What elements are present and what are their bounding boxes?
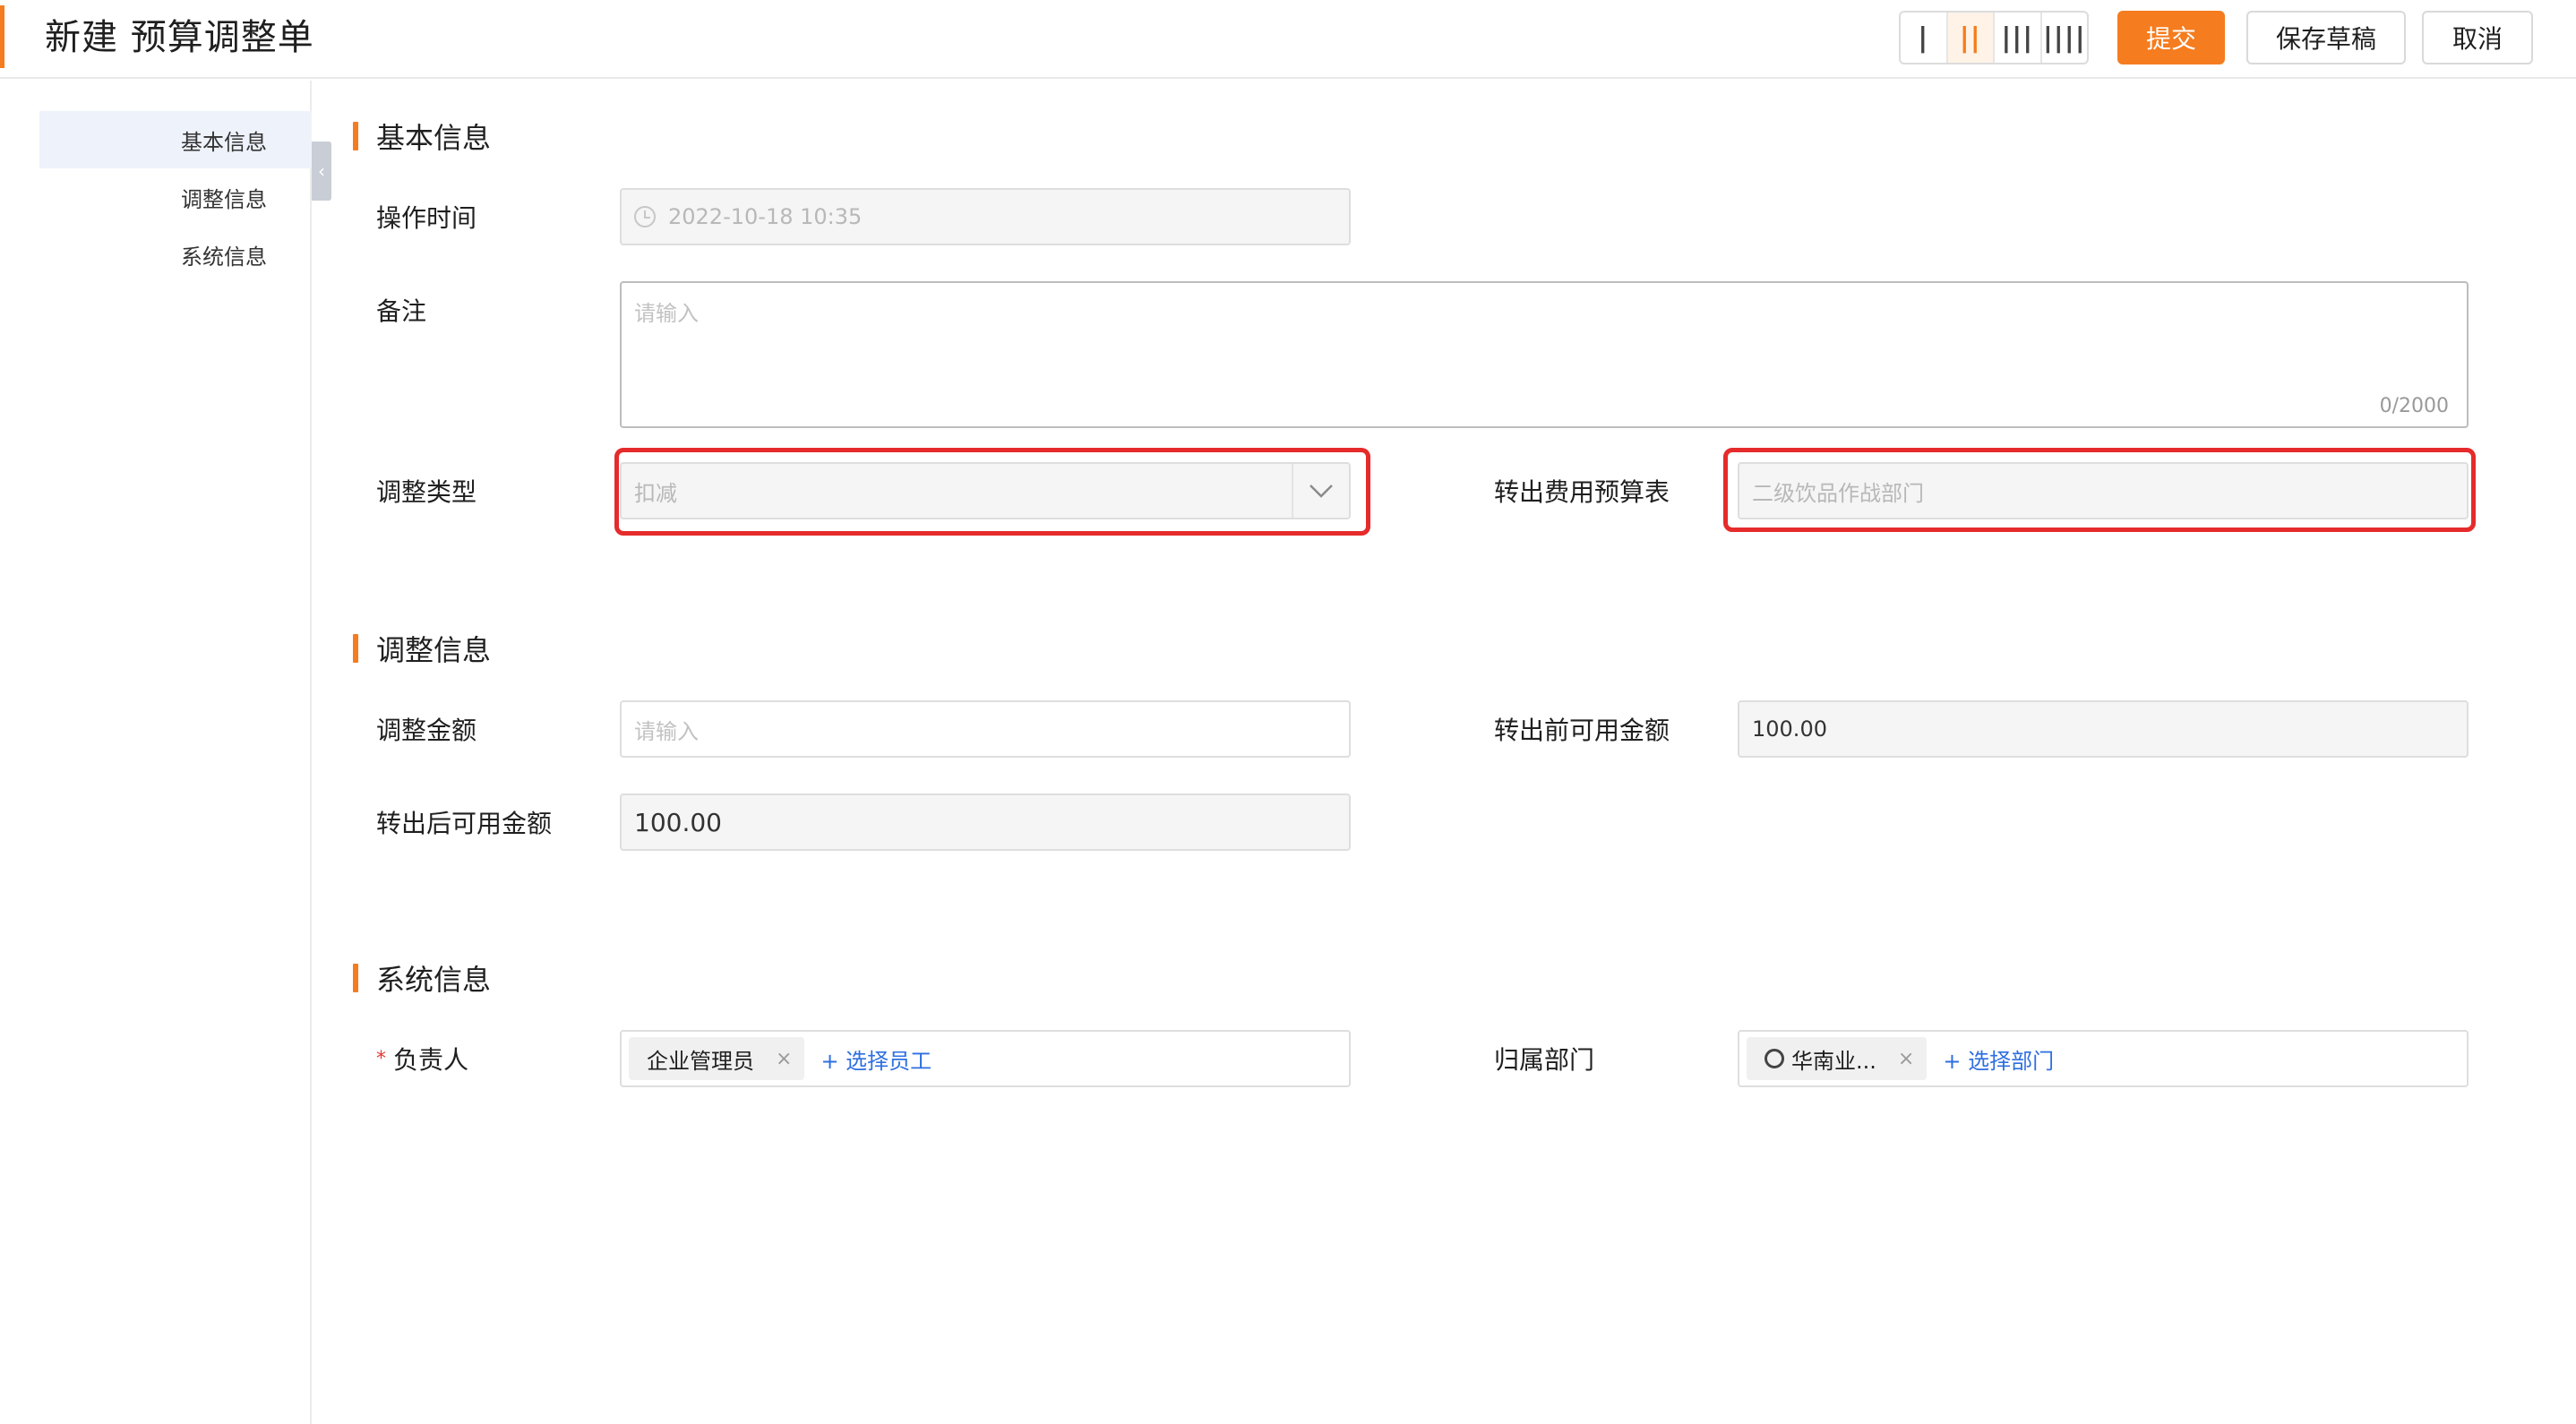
out-budget-field: 二级饮品作战部门 (1738, 462, 2469, 519)
dept-picker[interactable]: 华南业... × + 选择部门 (1738, 1030, 2469, 1087)
amount-label: 调整金额 (376, 716, 477, 745)
dept-tag: 华南业... × (1747, 1037, 1928, 1080)
select-department-link[interactable]: + 选择部门 (1943, 1043, 2054, 1075)
before-amount-label: 转出前可用金额 (1494, 716, 1670, 745)
clock-icon (634, 206, 656, 227)
section-accent-bar (353, 964, 358, 992)
after-amount-label: 转出后可用金额 (376, 809, 553, 838)
section-nav: 基本信息 调整信息 系统信息 (0, 81, 312, 1424)
op-time-field: 2022-10-18 10:35 (620, 188, 1351, 245)
owner-label-text: 负责人 (393, 1045, 469, 1075)
nav-item-basic-info[interactable]: 基本信息 (39, 111, 312, 168)
owner-picker[interactable]: 企业管理员 × + 选择员工 (620, 1030, 1351, 1087)
layout-2-column-button[interactable]: || (1947, 13, 1995, 63)
dept-tag-text: 华南业... (1791, 1048, 1876, 1074)
department-icon (1765, 1049, 1784, 1068)
cancel-button[interactable]: 取消 (2422, 11, 2533, 64)
adjust-type-label: 调整类型 (376, 477, 477, 507)
nav-item-system-info[interactable]: 系统信息 (39, 226, 312, 283)
remark-char-counter: 0/2000 (2379, 395, 2449, 417)
owner-tag-text: 企业管理员 (647, 1048, 754, 1074)
page-header: 新建 预算调整单 | || ||| |||| 提交 保存草稿 取消 (0, 0, 2576, 79)
section-title-text: 调整信息 (376, 633, 492, 667)
title-accent-bar (0, 5, 4, 68)
section-accent-bar (353, 634, 358, 663)
before-amount-field: 100.00 (1738, 700, 2469, 758)
section-title-text: 基本信息 (376, 121, 492, 155)
section-title-adjust: 调整信息 (353, 631, 492, 667)
amount-placeholder: 请输入 (634, 718, 699, 744)
page-title: 新建 预算调整单 (45, 17, 314, 58)
layout-3-column-button[interactable]: ||| (1995, 13, 2042, 63)
op-time-value: 2022-10-18 10:35 (668, 204, 863, 229)
remark-textarea[interactable]: 请输入 0/2000 (620, 281, 2469, 428)
op-time-label: 操作时间 (376, 203, 477, 233)
submit-button[interactable]: 提交 (2117, 11, 2225, 64)
dept-label: 归属部门 (1494, 1045, 1595, 1075)
before-amount-value: 100.00 (1752, 716, 1827, 742)
section-title-basic: 基本信息 (353, 118, 492, 155)
out-budget-label: 转出费用预算表 (1494, 477, 1670, 507)
remark-placeholder: 请输入 (634, 301, 699, 326)
section-accent-bar (353, 122, 358, 150)
remove-tag-icon[interactable]: × (1898, 1048, 1914, 1070)
save-draft-button[interactable]: 保存草稿 (2246, 11, 2406, 64)
remark-label: 备注 (376, 296, 427, 326)
after-amount-field: 100.00 (620, 793, 1351, 851)
owner-tag: 企业管理员 × (629, 1037, 805, 1080)
collapse-nav-icon[interactable]: ‹ (312, 142, 331, 201)
select-employee-link[interactable]: + 选择员工 (820, 1043, 932, 1075)
section-title-system: 系统信息 (353, 960, 492, 997)
after-amount-value: 100.00 (634, 807, 722, 837)
out-budget-value: 二级饮品作战部门 (1752, 480, 1924, 506)
adjust-type-select[interactable]: 扣减 (620, 462, 1351, 519)
adjust-type-value: 扣减 (634, 480, 677, 506)
layout-1-column-button[interactable]: | (1901, 13, 1948, 63)
column-layout-switch: | || ||| |||| (1899, 11, 2089, 64)
chevron-down-icon[interactable] (1292, 464, 1349, 518)
owner-label: * 负责人 (376, 1030, 468, 1087)
remove-tag-icon[interactable]: × (776, 1048, 792, 1070)
required-marker: * (376, 1047, 386, 1070)
nav-item-adjust-info[interactable]: 调整信息 (39, 168, 312, 226)
amount-input[interactable]: 请输入 (620, 700, 1351, 758)
section-title-text: 系统信息 (376, 963, 492, 997)
layout-4-column-button[interactable]: |||| (2042, 13, 2088, 63)
